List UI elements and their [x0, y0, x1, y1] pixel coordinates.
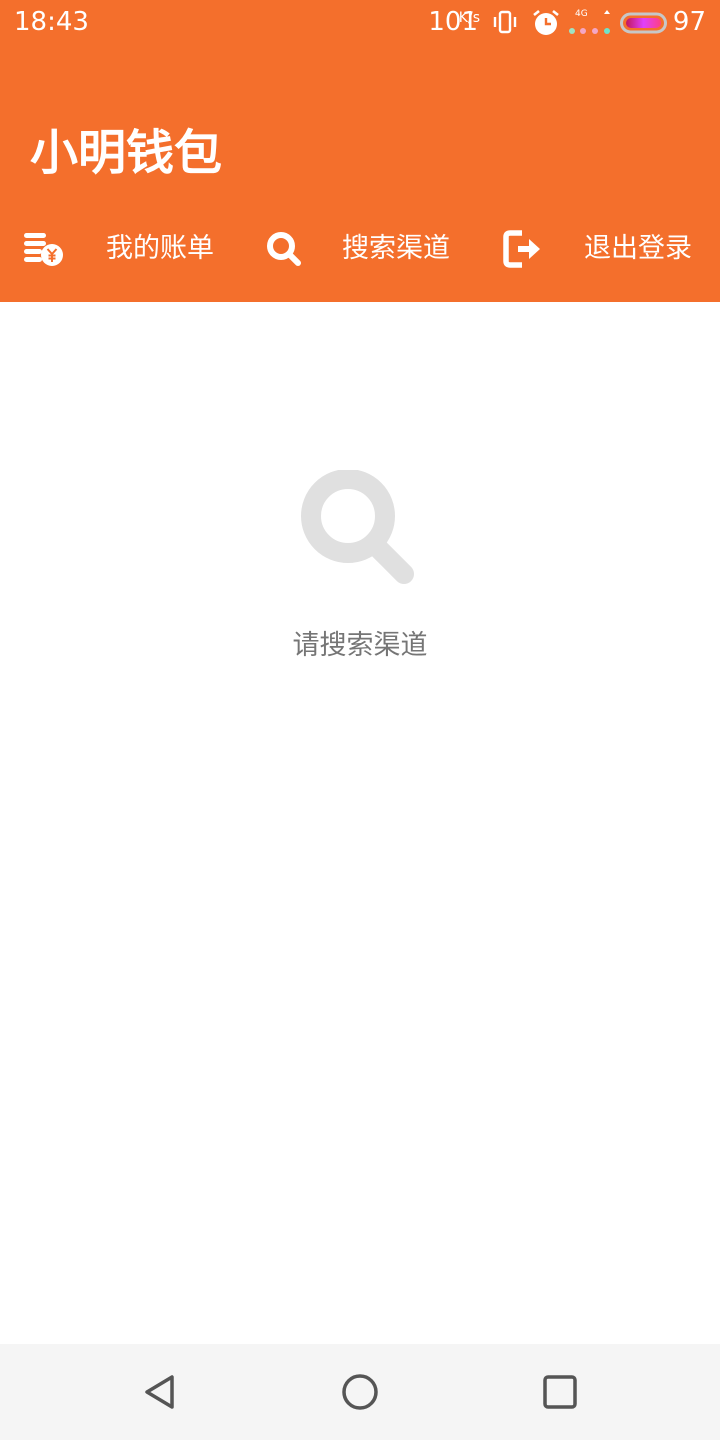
- app-title: 小明钱包: [30, 125, 223, 181]
- my-bills-label: 我的账单: [106, 233, 214, 264]
- home-icon[interactable]: [340, 1372, 380, 1412]
- battery-level: 97: [672, 7, 706, 37]
- status-bar: 18:43 101 K/s 4G 97: [0, 0, 720, 46]
- recents-icon[interactable]: [540, 1372, 580, 1412]
- network-speed-unit: K/s: [458, 10, 480, 26]
- back-icon[interactable]: [140, 1372, 180, 1412]
- header-nav: 我的账单 搜索渠道 退出登录: [0, 224, 720, 274]
- system-nav-bar: [0, 1344, 720, 1440]
- my-bills-button[interactable]: 我的账单: [22, 224, 232, 274]
- bill-coins-icon: [24, 233, 63, 266]
- network-type: 4G: [575, 9, 588, 19]
- vibrate-icon: [493, 10, 517, 34]
- logout-icon: [503, 230, 540, 268]
- search-icon: [267, 232, 301, 266]
- alarm-icon: [533, 9, 559, 35]
- search-icon: [301, 470, 414, 584]
- search-channel-label: 搜索渠道: [342, 233, 450, 264]
- channel-list-area: 请搜索渠道: [0, 302, 720, 1344]
- battery-icon: [620, 12, 667, 34]
- logout-label: 退出登录: [584, 233, 692, 264]
- empty-state-message: 请搜索渠道: [292, 630, 428, 661]
- signal-icon: [569, 10, 610, 34]
- logout-button[interactable]: 退出登录: [502, 224, 712, 274]
- search-channel-button[interactable]: 搜索渠道: [262, 224, 472, 274]
- app-header: 小明钱包 我的账单 搜索渠道 退出登录: [0, 46, 720, 302]
- app-screen: 18:43 101 K/s 4G 97 小明钱包 我的账单 搜索渠道 退出登录 …: [0, 0, 720, 1440]
- status-time: 18:43: [14, 7, 89, 37]
